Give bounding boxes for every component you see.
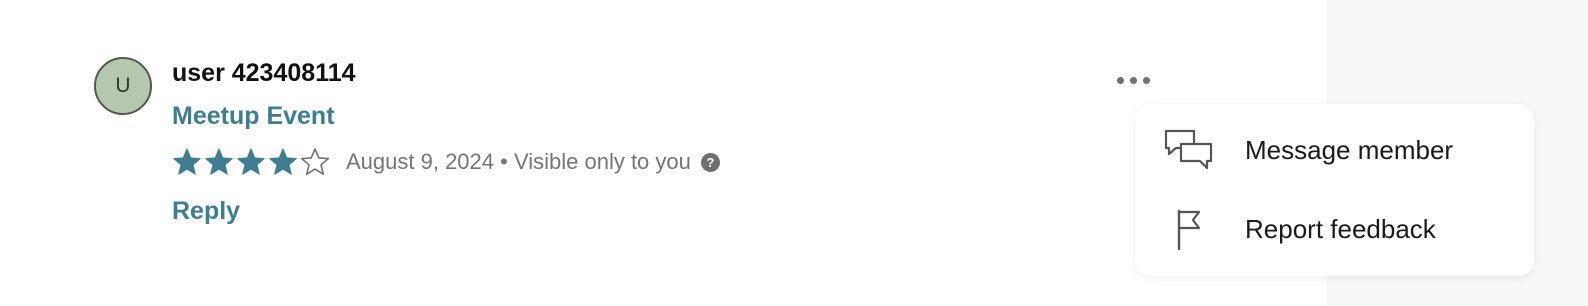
review-date: August 9, 2024 bbox=[346, 149, 495, 174]
more-horizontal-icon bbox=[1142, 76, 1150, 84]
star-filled-icon bbox=[236, 147, 266, 177]
rating-row: August 9, 2024 • Visible only to you ? bbox=[172, 145, 720, 179]
more-horizontal-icon bbox=[1116, 76, 1124, 84]
avatar[interactable]: U bbox=[94, 57, 152, 115]
menu-item-label: Message member bbox=[1245, 134, 1454, 165]
visibility-text: Visible only to you bbox=[513, 149, 691, 174]
more-options-button[interactable] bbox=[1108, 66, 1158, 94]
star-rating bbox=[172, 147, 332, 177]
review-meta: August 9, 2024 • Visible only to you ? bbox=[346, 149, 720, 175]
options-menu: Message member Report feedback bbox=[1135, 104, 1534, 276]
star-filled-icon bbox=[268, 147, 298, 177]
message-bubbles-icon bbox=[1163, 128, 1215, 172]
menu-item-label: Report feedback bbox=[1245, 213, 1436, 244]
star-filled-icon bbox=[204, 147, 234, 177]
reviewer-name: user 423408114 bbox=[172, 59, 356, 87]
more-horizontal-icon bbox=[1129, 76, 1137, 84]
menu-item-report-feedback[interactable]: Report feedback bbox=[1135, 194, 1534, 264]
flag-icon bbox=[1163, 207, 1215, 251]
reply-button[interactable]: Reply bbox=[172, 197, 240, 226]
event-link[interactable]: Meetup Event bbox=[172, 102, 335, 131]
meta-separator: • bbox=[494, 149, 514, 174]
review-page: U user 423408114 Meetup Event August 9, … bbox=[0, 0, 1588, 306]
star-filled-icon bbox=[172, 147, 202, 177]
star-empty-icon bbox=[300, 147, 330, 177]
menu-item-message-member[interactable]: Message member bbox=[1135, 115, 1534, 185]
avatar-initial: U bbox=[115, 74, 131, 97]
help-icon[interactable]: ? bbox=[700, 152, 720, 172]
